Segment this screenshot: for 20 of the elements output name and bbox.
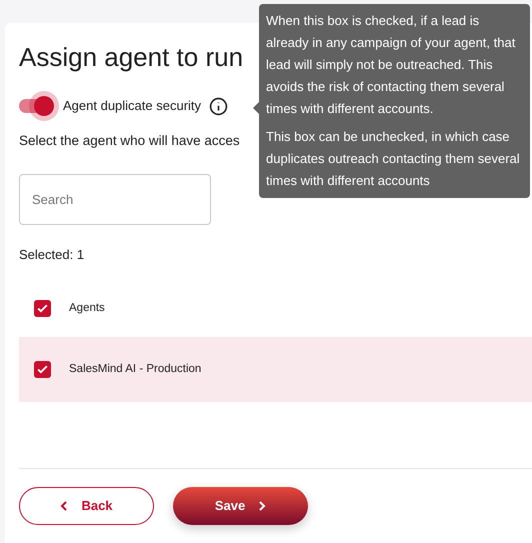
search-field[interactable]: Search	[19, 174, 211, 226]
tooltip-text: When this box is checked, if a lead is already in any campaign of your agent, that lead will simply not be outreached. This avoids the risk of contacting them several times with different accounts.	[266, 12, 516, 118]
agent-name: SalesMind AI - Production	[69, 362, 202, 377]
back-button[interactable]: Back	[19, 486, 154, 525]
checkbox[interactable]	[34, 360, 51, 378]
column-header: Agents	[69, 301, 105, 316]
save-button[interactable]: Save	[173, 486, 308, 525]
table-row[interactable]: SalesMind AI - Production	[19, 336, 532, 402]
page-title: Assign agent to run	[19, 41, 244, 73]
chevron-left-icon	[60, 500, 70, 511]
selected-count: Selected: 1	[19, 246, 86, 264]
info-icon[interactable]	[209, 96, 228, 116]
instruction-text: Select the agent who will have acces	[19, 132, 240, 150]
toggle-switch[interactable]	[19, 91, 57, 121]
check-icon	[36, 302, 49, 316]
chevron-right-icon	[257, 500, 266, 511]
checkbox[interactable]	[34, 300, 51, 318]
toggle-label: Agent duplicate security	[63, 97, 202, 116]
check-icon	[36, 362, 49, 376]
tooltip-text: This box can be unchecked, in which case duplicates outreach contacting them several times with different accounts	[266, 128, 521, 190]
